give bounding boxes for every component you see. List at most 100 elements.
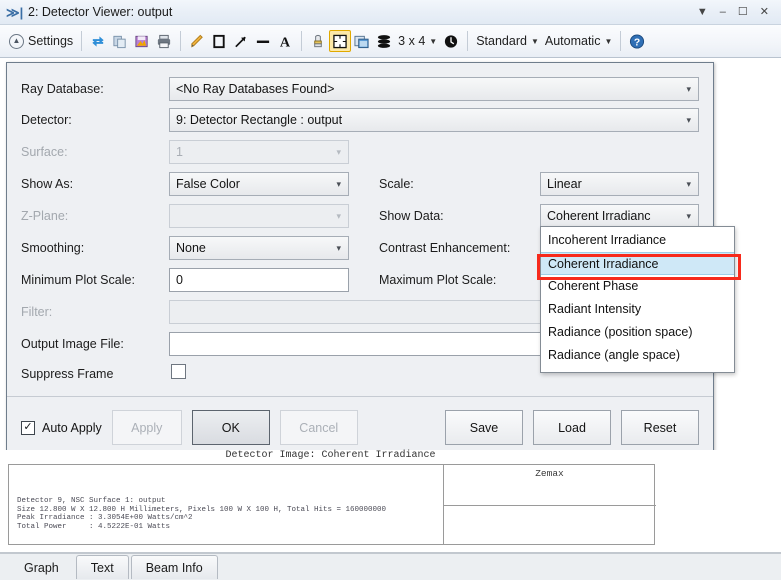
show-data-label: Show Data: xyxy=(379,209,444,223)
smoothing-value: None xyxy=(176,241,206,255)
toolbar-separator xyxy=(620,31,622,51)
line-icon[interactable] xyxy=(252,30,274,52)
save-image-icon[interactable] xyxy=(131,30,153,52)
scale-label: Automatic xyxy=(544,34,601,48)
scale-label: Scale: xyxy=(379,177,414,191)
show-as-value: False Color xyxy=(176,177,240,191)
window-controls: ▼ – ☐ ✕ xyxy=(697,6,769,18)
settings-label: Settings xyxy=(28,34,74,48)
graph-panel: Zemax Detector 9, NSC Surface 1: output … xyxy=(8,464,656,545)
maximize-icon[interactable]: ☐ xyxy=(738,6,748,18)
smoothing-label: Smoothing: xyxy=(21,241,85,255)
svg-text:?: ? xyxy=(634,37,640,48)
grid-size-label: 3 x 4 xyxy=(398,34,426,48)
auto-apply-box: ✓ xyxy=(21,420,35,435)
suppress-frame-label: Suppress Frame xyxy=(21,367,114,381)
chevron-up-icon: ▲ xyxy=(9,33,24,49)
tab-beam-info[interactable]: Beam Info xyxy=(130,555,218,579)
app-root: ≫| 2: Detector Viewer: output ▼ – ☐ ✕ ▲ … xyxy=(0,0,781,580)
tab-text[interactable]: Text xyxy=(75,555,129,579)
minimize-icon[interactable]: – xyxy=(720,6,726,18)
show-data-combo[interactable]: Coherent Irradianc xyxy=(540,204,699,228)
tab-list: Graph Text Beam Info xyxy=(10,555,220,579)
ray-database-value: <No Ray Databases Found> xyxy=(176,82,335,96)
settings-button[interactable]: ▲ Settings xyxy=(6,28,76,54)
text-icon[interactable]: A xyxy=(274,30,296,52)
apply-label: Apply xyxy=(131,420,163,435)
help-icon[interactable]: ? xyxy=(626,30,648,52)
suppress-frame-checkbox[interactable] xyxy=(171,364,186,379)
save-label: Save xyxy=(469,420,499,435)
toolbar-separator xyxy=(81,31,83,51)
eraser-icon[interactable] xyxy=(307,30,329,52)
dropdown-option[interactable]: Radiance (angle space) xyxy=(541,344,734,367)
reset-label: Reset xyxy=(643,420,677,435)
ray-database-combo[interactable]: <No Ray Databases Found> xyxy=(169,77,699,101)
detector-combo[interactable]: 9: Detector Rectangle : output xyxy=(169,108,699,132)
fit-window-icon[interactable] xyxy=(329,30,352,52)
clock-icon[interactable] xyxy=(440,30,462,52)
rectangle-icon[interactable] xyxy=(208,30,230,52)
cancel-label: Cancel xyxy=(299,420,339,435)
arrow-icon[interactable] xyxy=(230,30,252,52)
auto-apply-label: Auto Apply xyxy=(42,420,102,435)
dropdown-option[interactable]: Radiance (position space) xyxy=(541,321,734,344)
print-icon[interactable] xyxy=(153,30,175,52)
ok-label: OK xyxy=(221,420,240,435)
tab-graph-label: Graph xyxy=(24,560,59,575)
dropdown-option-selected[interactable]: Coherent Irradiance xyxy=(541,252,734,275)
dropdown-option[interactable]: Incoherent Irradiance xyxy=(541,229,734,252)
auto-apply-checkbox[interactable]: ✓ Auto Apply xyxy=(21,420,102,435)
filter-label: Filter: xyxy=(21,305,53,319)
brand-label: Zemax xyxy=(535,468,564,479)
style-dropdown[interactable]: Standard ▼ xyxy=(473,28,542,54)
reset-button[interactable]: Reset xyxy=(621,410,699,445)
window-title: 2: Detector Viewer: output xyxy=(28,5,173,19)
menu-caret-icon[interactable]: ▼ xyxy=(697,6,708,18)
minimum-plot-scale-label: Minimum Plot Scale: xyxy=(21,273,135,287)
tab-text-label: Text xyxy=(90,560,114,575)
tab-graph[interactable]: Graph xyxy=(10,555,74,579)
dropdown-option[interactable]: Radiant Intensity xyxy=(541,298,734,321)
show-data-dropdown-list[interactable]: Incoherent Irradiance Coherent Irradianc… xyxy=(540,226,735,373)
chevron-down-icon: ▼ xyxy=(530,36,539,46)
detector-graph-window: Detector Image: Coherent Irradiance Zema… xyxy=(0,450,781,552)
toolbar-separator xyxy=(301,31,303,51)
chevron-down-icon: ▼ xyxy=(604,36,613,46)
tab-bar-top-line xyxy=(0,553,781,554)
show-as-combo[interactable]: False Color xyxy=(169,172,349,196)
graph-header-title: Detector Image: Coherent Irradiance xyxy=(225,450,436,461)
contrast-enhancement-label: Contrast Enhancement: xyxy=(379,241,511,255)
grid-size-dropdown[interactable]: 3 x 4 ▼ xyxy=(395,28,440,54)
copy-icon[interactable] xyxy=(109,30,131,52)
load-button[interactable]: Load xyxy=(533,410,611,445)
minimum-plot-scale-input[interactable]: 0 xyxy=(169,268,349,292)
ray-database-label: Ray Database: xyxy=(21,82,104,96)
scale-value: Linear xyxy=(547,177,582,191)
z-plane-label: Z-Plane: xyxy=(21,209,69,223)
smoothing-combo[interactable]: None xyxy=(169,236,349,260)
dropdown-option[interactable]: Coherent Phase xyxy=(541,275,734,298)
scale-dropdown[interactable]: Automatic ▼ xyxy=(542,28,616,54)
window-icon: ≫| xyxy=(6,4,24,20)
maximum-plot-scale-label: Maximum Plot Scale: xyxy=(379,273,497,287)
show-as-label: Show As: xyxy=(21,177,74,191)
svg-text:A: A xyxy=(280,34,291,49)
surface-combo: 1 xyxy=(169,140,349,164)
layers-icon[interactable] xyxy=(373,30,395,52)
minimum-plot-scale-value: 0 xyxy=(176,273,183,287)
save-button[interactable]: Save xyxy=(445,410,523,445)
ok-button[interactable]: OK xyxy=(191,410,270,445)
scale-combo[interactable]: Linear xyxy=(540,172,699,196)
chevron-down-icon: ▼ xyxy=(429,36,438,46)
detector-value: 9: Detector Rectangle : output xyxy=(176,113,343,127)
pencil-icon[interactable] xyxy=(186,30,208,52)
style-label: Standard xyxy=(476,34,527,48)
close-icon[interactable]: ✕ xyxy=(760,6,769,18)
cancel-button: Cancel xyxy=(279,410,358,445)
window-copy-icon[interactable] xyxy=(351,30,373,52)
panel-divider-horizontal xyxy=(444,505,656,506)
title-bar: ≫| 2: Detector Viewer: output ▼ – ☐ ✕ xyxy=(0,0,781,25)
refresh-icon[interactable] xyxy=(87,30,109,52)
toolbar: ▲ Settings A 3 x 4 ▼ Standard ▼ Automati… xyxy=(0,25,781,58)
